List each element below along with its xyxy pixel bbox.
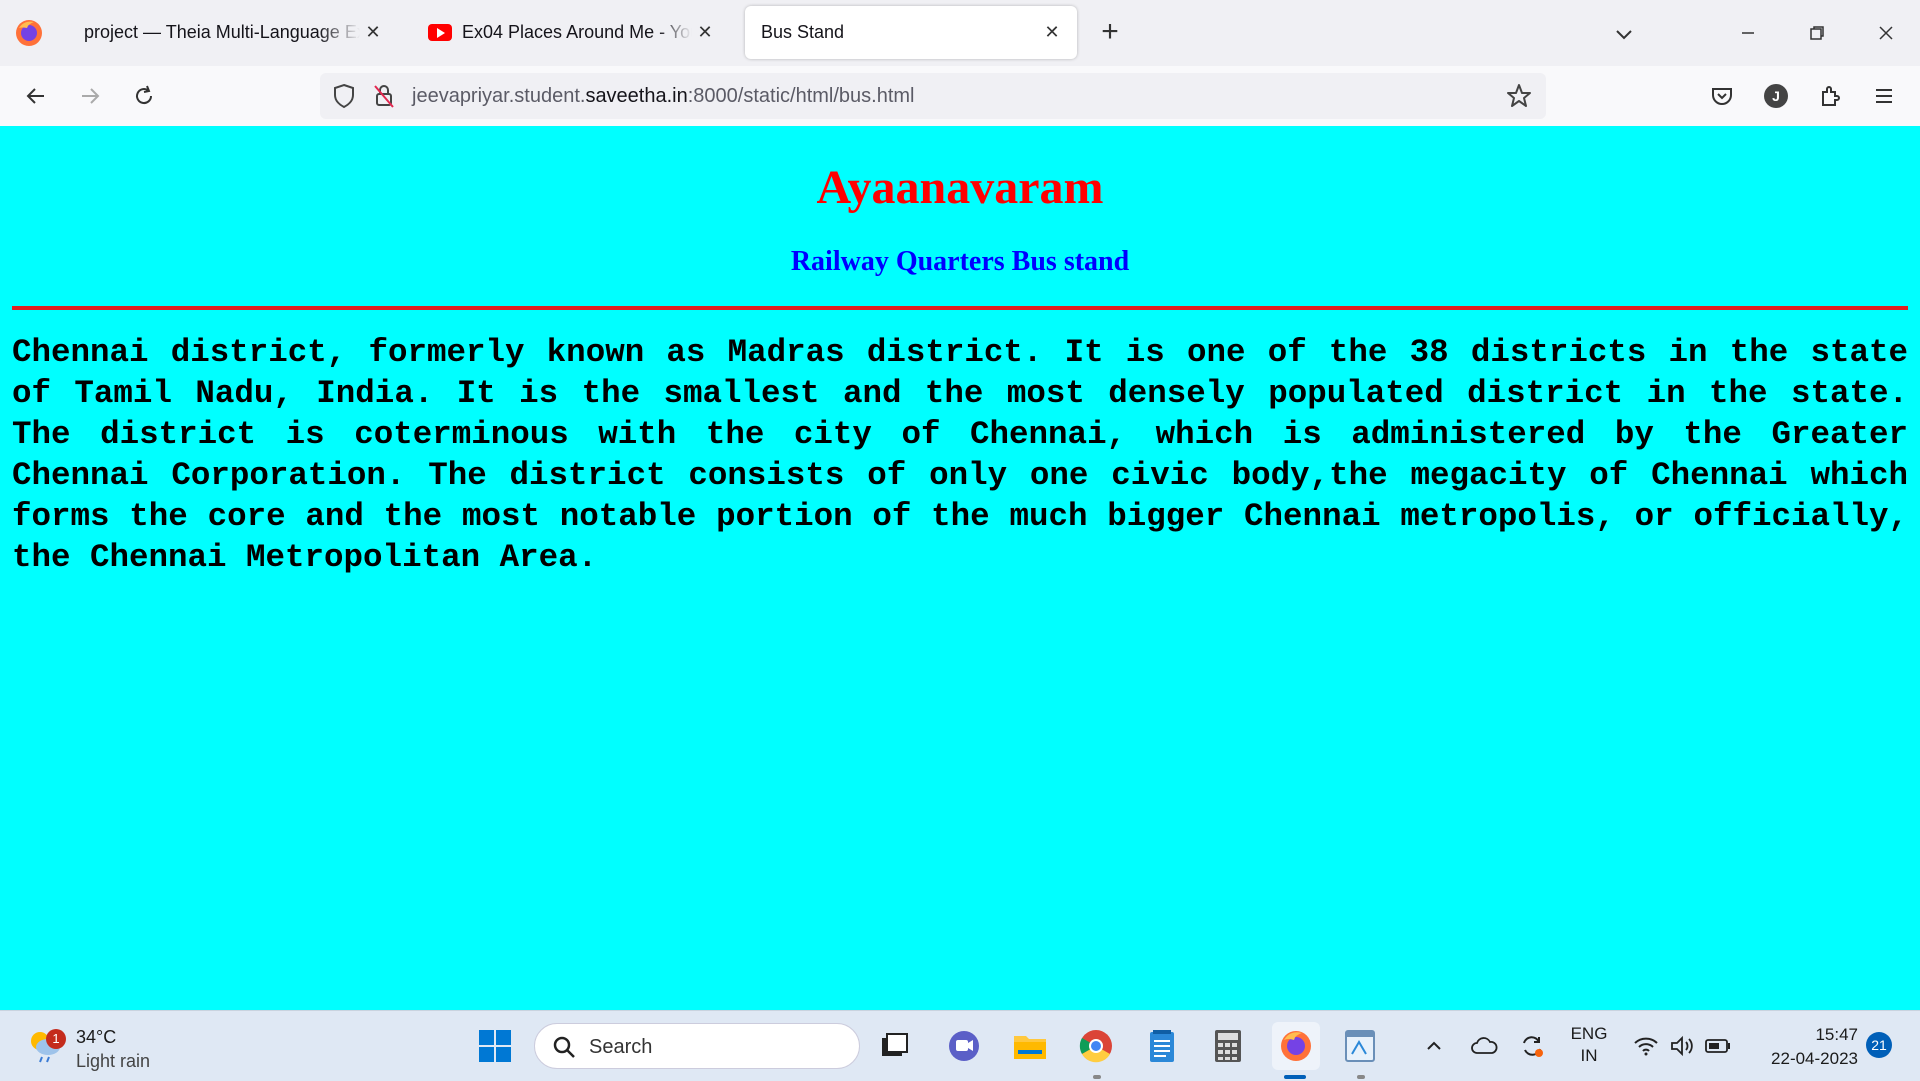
running-indicator — [1357, 1075, 1365, 1079]
account-avatar[interactable]: J — [1760, 80, 1792, 112]
youtube-icon — [428, 24, 452, 41]
navigation-toolbar: jeevapriyar.student.saveetha.in:8000/sta… — [0, 66, 1920, 127]
tab-close-icon[interactable]: ✕ — [360, 20, 386, 46]
clock-date: 22-04-2023 — [1771, 1049, 1858, 1068]
region-code: IN — [1580, 1046, 1598, 1065]
task-view-icon[interactable] — [872, 1024, 916, 1068]
url-text[interactable]: jeevapriyar.student.saveetha.in:8000/sta… — [412, 85, 915, 108]
list-all-tabs-icon[interactable] — [1610, 20, 1638, 48]
clock-time: 15:47 — [1815, 1025, 1858, 1044]
page-paragraph: Chennai district, formerly known as Madr… — [12, 334, 1908, 576]
windows-taskbar: 1 34°C Light rain Search ENG IN 15:47 22… — [0, 1010, 1920, 1081]
url-suffix: :8000/static/html/bus.html — [687, 85, 915, 107]
tab-theia[interactable]: project — Theia Multi-Language Explorer … — [68, 6, 398, 59]
hamburger-menu-icon[interactable] — [1868, 80, 1900, 112]
tab-title: Ex04 Places Around Me - YouTube — [462, 22, 692, 42]
new-tab-button[interactable]: + — [1095, 17, 1125, 48]
input-language-indicator[interactable]: ENG IN — [1562, 1023, 1616, 1067]
minimize-button[interactable] — [1728, 14, 1768, 52]
language-code: ENG — [1570, 1024, 1608, 1043]
weather-badge: 1 — [46, 1029, 66, 1049]
file-explorer-icon[interactable] — [1008, 1024, 1052, 1068]
tab-close-icon[interactable]: ✕ — [692, 20, 718, 46]
chrome-icon[interactable] — [1074, 1024, 1118, 1068]
wifi-icon[interactable] — [1628, 1024, 1664, 1068]
page-subtitle: Railway Quarters Bus stand — [790, 246, 1130, 277]
tracking-shield-icon[interactable] — [332, 83, 356, 114]
firefox-icon[interactable] — [14, 18, 44, 48]
windows-start-icon[interactable] — [473, 1024, 517, 1068]
insecure-lock-icon[interactable] — [372, 83, 396, 114]
firefox-taskbar-icon[interactable] — [1272, 1022, 1320, 1070]
account-initial: J — [1764, 84, 1788, 108]
tab-bus-stand[interactable]: Bus Stand ✕ — [745, 6, 1077, 59]
active-app-indicator — [1284, 1075, 1306, 1079]
notification-badge[interactable]: 21 — [1866, 1032, 1892, 1058]
pocket-icon[interactable] — [1706, 80, 1738, 112]
notepad-icon[interactable] — [1140, 1024, 1184, 1068]
search-label: Search — [589, 1036, 653, 1058]
bookmark-star-icon[interactable] — [1506, 83, 1532, 114]
sync-icon[interactable] — [1514, 1024, 1550, 1068]
show-hidden-icons-chevron-icon[interactable] — [1416, 1024, 1452, 1068]
running-indicator — [1093, 1075, 1101, 1079]
tab-close-icon[interactable]: ✕ — [1039, 20, 1065, 46]
page-content: Ayaanavaram Railway Quarters Bus stand C… — [0, 126, 1920, 1010]
address-bar[interactable]: jeevapriyar.student.saveetha.in:8000/sta… — [320, 73, 1546, 119]
teams-chat-icon[interactable] — [942, 1024, 986, 1068]
tab-youtube[interactable]: Ex04 Places Around Me - YouTube ✕ — [412, 6, 730, 59]
page-title: Ayaanavaram — [816, 161, 1104, 214]
weather-condition: Light rain — [76, 1051, 151, 1071]
close-window-button[interactable] — [1866, 14, 1906, 52]
tab-title: project — Theia Multi-Language Explorer — [84, 22, 360, 42]
volume-icon[interactable] — [1664, 1024, 1700, 1068]
onedrive-cloud-icon[interactable] — [1466, 1024, 1502, 1068]
taskbar-search-box[interactable]: Search — [534, 1023, 860, 1069]
weather-temperature: 34°C — [76, 1027, 117, 1047]
reload-icon[interactable] — [128, 80, 160, 112]
tab-strip: project — Theia Multi-Language Explorer … — [0, 0, 1920, 66]
calculator-icon[interactable] — [1206, 1024, 1250, 1068]
horizontal-rule — [12, 306, 1908, 310]
search-icon — [553, 1036, 575, 1058]
forward-arrow-icon[interactable] — [74, 80, 106, 112]
battery-icon[interactable] — [1700, 1024, 1736, 1068]
clock[interactable]: 15:47 22-04-2023 — [1744, 1023, 1858, 1071]
paint-app-icon[interactable] — [1338, 1024, 1382, 1068]
back-arrow-icon[interactable] — [20, 80, 52, 112]
extensions-icon[interactable] — [1814, 80, 1846, 112]
restore-button[interactable] — [1797, 14, 1837, 52]
url-domain: saveetha.in — [585, 85, 688, 107]
weather-widget[interactable]: 1 34°C Light rain — [26, 1021, 176, 1071]
url-prefix: jeevapriyar.student. — [412, 85, 586, 107]
tab-title: Bus Stand — [761, 22, 845, 42]
